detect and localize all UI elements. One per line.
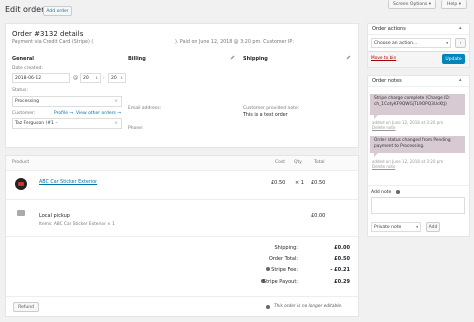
billing-heading: Billing [128, 56, 146, 62]
general-heading: General [12, 56, 34, 62]
chevron-down-icon: ▾ [457, 1, 461, 7]
chevron-down-icon: ▾ [427, 1, 431, 7]
customer-note-label: Customer provided note: [243, 106, 300, 111]
col-cost: Cost [275, 160, 286, 165]
help-icon [266, 305, 270, 309]
note-type-value: Private note [374, 224, 402, 230]
divider [368, 34, 469, 35]
minute-value: 20 [111, 75, 117, 81]
totals-order-value: £0.50 [334, 256, 350, 262]
edit-billing-icon[interactable] [230, 55, 235, 60]
edit-shipping-icon[interactable] [346, 55, 351, 60]
divider [368, 185, 469, 186]
hour-input[interactable]: 20 ⇕ [80, 73, 101, 83]
order-action-select[interactable]: Choose an action... ▾ [371, 38, 451, 48]
profile-link[interactable]: Profile → [54, 111, 73, 116]
totals-fee-value: - £0.21 [330, 267, 350, 273]
note-pointer [374, 153, 378, 157]
shipping-total: £0.00 [311, 213, 326, 219]
status-value: Processing [15, 99, 40, 104]
at-symbol: @ [73, 75, 78, 81]
help-icon [396, 190, 400, 194]
hour-value: 20 [83, 75, 89, 81]
shipping-items-text: Items: ABC Car Sticker Exterior × 1 [39, 222, 115, 227]
order-action-value: Choose an action... [374, 40, 418, 46]
refund-button[interactable]: Refund [13, 302, 39, 312]
col-total: Total [314, 160, 325, 165]
page-title: Edit order [5, 5, 45, 14]
other-orders-link[interactable]: View other orders → [76, 111, 121, 116]
help-label: Help [447, 1, 458, 7]
product-qty: × 1 [295, 180, 304, 186]
stepper-icon[interactable]: ⇕ [95, 76, 98, 80]
chevron-right-icon: › [459, 40, 462, 46]
add-note-label: Add note [371, 190, 392, 195]
not-editable-text: This order is no longer editable. [274, 304, 343, 309]
divider [6, 199, 358, 200]
close-icon[interactable]: × [114, 121, 118, 126]
items-header-row [6, 156, 358, 170]
product-total: £0.50 [311, 180, 326, 186]
paid-line: ). Paid on June 12, 2018 @ 3:20 pm. Cust… [175, 40, 294, 45]
note-type-select[interactable]: Private note ▾ [371, 222, 421, 232]
product-cost: £0.50 [271, 180, 286, 186]
collapse-icon[interactable]: ▴ [459, 77, 462, 83]
delete-note-link[interactable]: Delete note [372, 164, 395, 169]
move-to-bin-link[interactable]: Move to bin [371, 56, 396, 61]
order-title: Order #3132 details [12, 30, 84, 38]
totals-fee-label: Stripe Fee: [271, 267, 298, 273]
time-colon: : [103, 75, 105, 81]
close-icon[interactable]: × [114, 99, 118, 104]
totals-payout-value: £0.29 [334, 279, 350, 285]
col-product: Product [12, 160, 30, 165]
shipping-method-name: Local pickup [39, 213, 70, 219]
payment-method-text: Payment via Credit Card (Stripe) ( [12, 40, 94, 45]
order-note: Order status changed from Pending paymen… [370, 136, 465, 153]
col-qty: Qty [294, 160, 302, 165]
screen-options-button[interactable]: Screen Options ▾ [388, 0, 436, 9]
delete-note-link[interactable]: Delete note [372, 125, 395, 130]
date-created-label: Date created: [12, 66, 43, 71]
collapse-icon[interactable]: ▴ [459, 25, 462, 31]
minute-input[interactable]: 20 ⇕ [108, 73, 126, 83]
customer-value: Taz Ferguson (#1 – [15, 121, 58, 126]
divider [6, 170, 358, 171]
chevron-down-icon: ▾ [446, 41, 448, 45]
note-pointer [374, 115, 378, 119]
email-label: Email address: [128, 106, 162, 111]
divider [6, 236, 358, 237]
product-link[interactable]: ABC Car Sticker Exterior [39, 180, 97, 185]
add-order-button[interactable]: Add order [43, 6, 72, 16]
date-created-input[interactable]: 2018-06-12 [12, 73, 70, 83]
totals-order-label: Order Total: [268, 256, 298, 262]
order-note: Stripe charge complete (Charge ID: ch_1C… [370, 94, 465, 115]
totals-shipping-value: £0.00 [334, 245, 350, 251]
phone-label: Phone: [128, 126, 144, 131]
thumbnail-detail [18, 182, 24, 186]
update-button[interactable]: Update [442, 54, 465, 64]
help-button[interactable]: Help ▾ [441, 0, 467, 9]
customer-label: Customer: [12, 111, 36, 116]
add-note-textarea[interactable] [371, 197, 465, 214]
shipping-heading: Shipping [243, 56, 268, 62]
stepper-icon[interactable]: ⇕ [120, 76, 123, 80]
status-label: Status: [12, 88, 28, 93]
totals-shipping-label: Shipping: [274, 245, 299, 251]
order-actions-title: Order actions [372, 26, 406, 32]
customer-select[interactable]: Taz Ferguson (#1 – × [12, 118, 122, 129]
divider [368, 86, 469, 87]
product-thumbnail [15, 178, 27, 190]
screen-options-label: Screen Options [393, 1, 428, 7]
add-note-button[interactable]: Add [426, 222, 440, 232]
order-notes-title: Order notes [372, 78, 402, 84]
totals-payout-label: Stripe Payout: [262, 279, 298, 285]
divider [6, 296, 358, 297]
shipping-truck-icon [17, 210, 25, 216]
apply-action-button[interactable]: › [455, 38, 466, 48]
status-select[interactable]: Processing × [12, 96, 122, 107]
payment-line: Payment via Credit Card (Stripe) ( [12, 40, 93, 45]
customer-note-value: This is a test order [243, 113, 288, 118]
chevron-down-icon: ▾ [416, 225, 418, 229]
